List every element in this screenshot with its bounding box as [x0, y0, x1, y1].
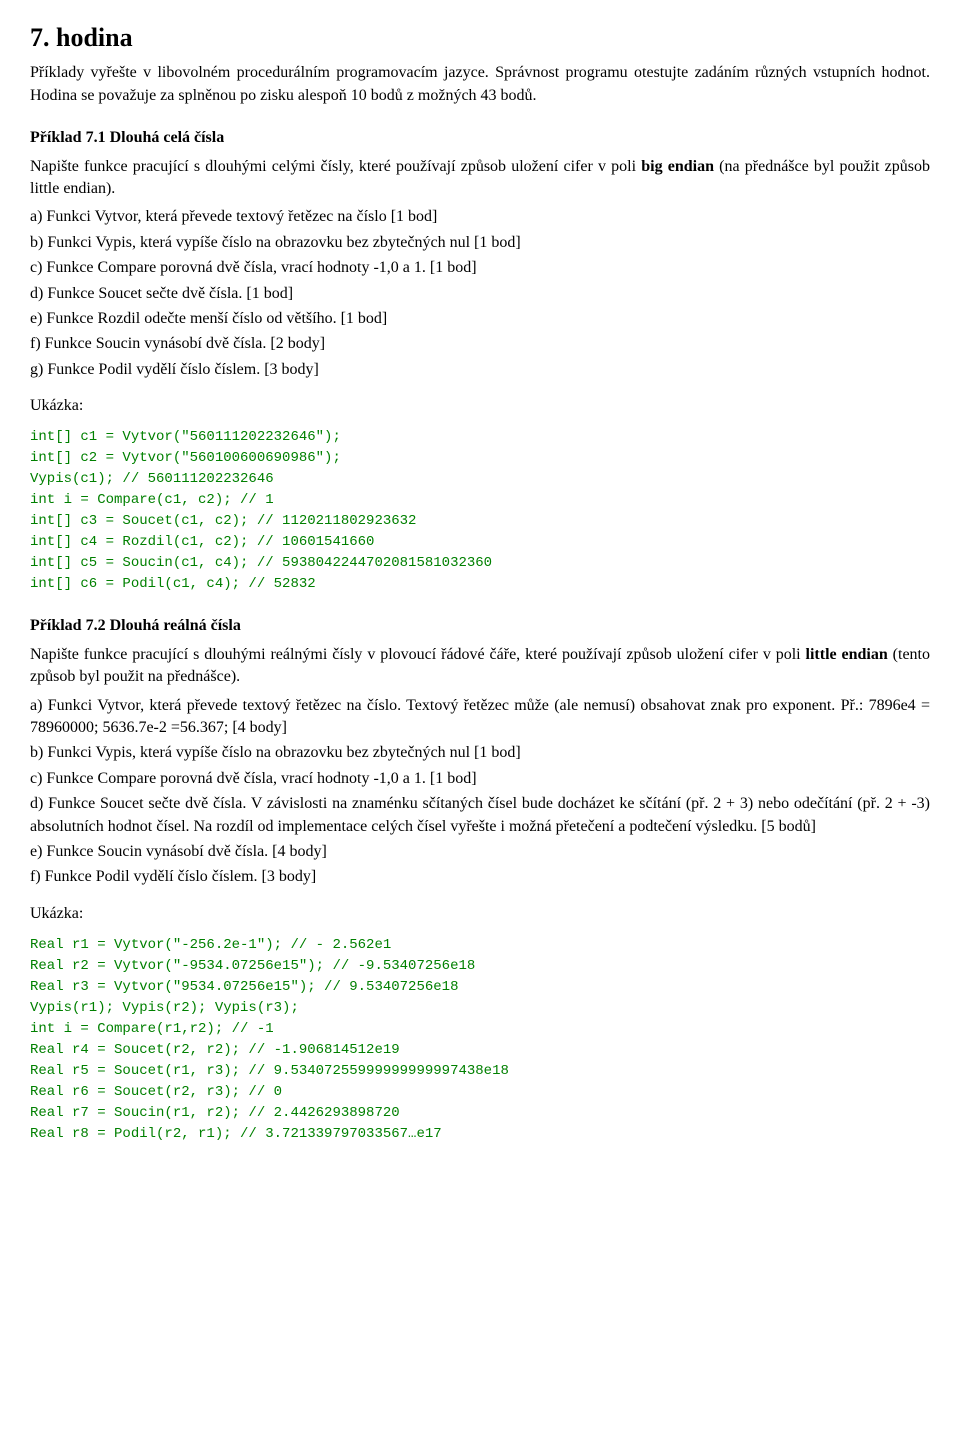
example1-description: Napište funkce pracující s dlouhými celý…: [30, 156, 930, 201]
example1-item-g: g) Funkce Podil vydělí číslo číslem. [3 …: [30, 359, 930, 381]
example2-item-e: e) Funkce Soucin vynásobí dvě čísla. [4 …: [30, 841, 930, 863]
example2-bold1: little endian: [806, 646, 888, 663]
example1-item-f: f) Funkce Soucin vynásobí dvě čísla. [2 …: [30, 333, 930, 355]
intro-paragraph: Příklady vyřešte v libovolném procedurál…: [30, 62, 930, 107]
example2-item-a: a) Funkci Vytvor, která převede textový …: [30, 695, 930, 740]
example2-code-block: Real r1 = Vytvor("-256.2e-1"); // - 2.56…: [30, 935, 930, 1145]
example1-ukazka-label: Ukázka:: [30, 395, 930, 417]
example2-item-d: d) Funkce Soucet sečte dvě čísla. V závi…: [30, 793, 930, 838]
example2-ukazka-label: Ukázka:: [30, 903, 930, 925]
example2-item-f: f) Funkce Podil vydělí číslo číslem. [3 …: [30, 866, 930, 888]
example1-item-b: b) Funkci Vypis, která vypíše číslo na o…: [30, 232, 930, 254]
example2-title: Příklad 7.2 Dlouhá reálná čísla: [30, 615, 930, 637]
example1-item-c: c) Funkce Compare porovná dvě čísla, vra…: [30, 257, 930, 279]
example2-description: Napište funkce pracující s dlouhými reál…: [30, 644, 930, 689]
page-title: 7. hodina: [30, 20, 930, 56]
example1-item-d: d) Funkce Soucet sečte dvě čísla. [1 bod…: [30, 283, 930, 305]
example1-bold1: big endian: [641, 158, 714, 175]
example2-item-c: c) Funkce Compare porovná dvě čísla, vra…: [30, 768, 930, 790]
example2-item-b: b) Funkci Vypis, která vypíše číslo na o…: [30, 742, 930, 764]
example1-code-block: int[] c1 = Vytvor("560111202232646"); in…: [30, 427, 930, 595]
example1-item-a: a) Funkci Vytvor, která převede textový …: [30, 206, 930, 228]
example1-item-e: e) Funkce Rozdil odečte menší číslo od v…: [30, 308, 930, 330]
example1-title: Příklad 7.1 Dlouhá celá čísla: [30, 127, 930, 149]
